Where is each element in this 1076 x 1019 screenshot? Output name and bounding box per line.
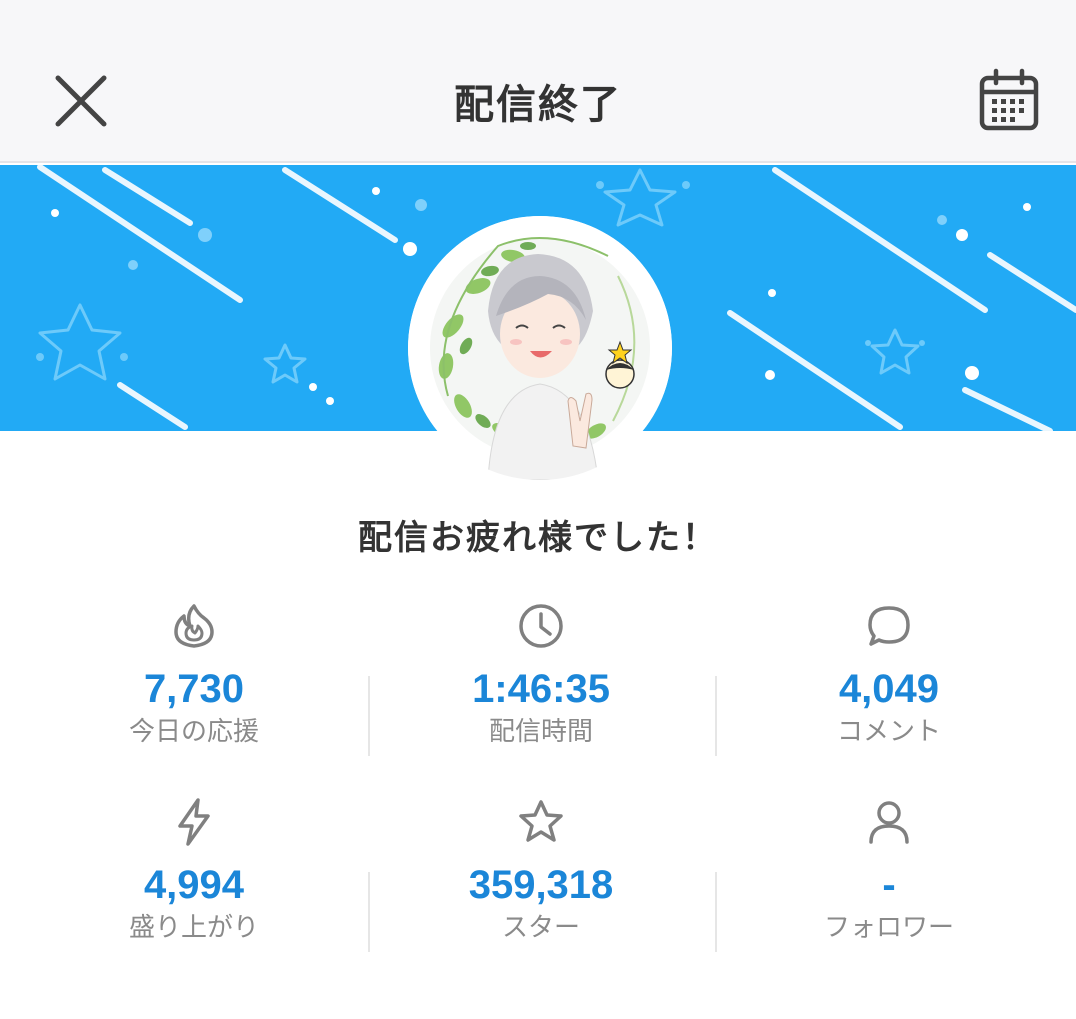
stat-label: フォロワー: [823, 913, 954, 943]
stat-label: 配信時間: [488, 717, 593, 747]
stat-value: 4,994: [143, 863, 245, 907]
stat-value: 4,049: [838, 667, 940, 711]
avatar-illustration: [408, 216, 672, 480]
flame-icon: [174, 604, 214, 648]
stat-label: 盛り上がり: [128, 913, 259, 943]
stat-value: 1:46:35: [472, 667, 610, 711]
clock-icon: [519, 604, 563, 648]
stat-value: 7,730: [143, 667, 245, 711]
stat-followers: - フォロワー: [715, 796, 1063, 944]
stat-cheers: 7,730 今日の応援: [20, 600, 368, 748]
stat-stars: 359,318 スター: [367, 796, 715, 944]
stat-stream-time: 1:46:35 配信時間: [367, 600, 715, 748]
star-icon: [519, 800, 563, 842]
stat-label: スター: [501, 913, 580, 943]
stat-value: 359,318: [468, 863, 614, 907]
lightning-icon: [178, 798, 210, 846]
stat-value: -: [882, 863, 896, 907]
stat-label: 今日の応援: [128, 717, 259, 747]
calendar-button[interactable]: [974, 66, 1044, 136]
avatar[interactable]: [408, 216, 672, 480]
person-icon: [869, 801, 909, 844]
stat-comments: 4,049 コメント: [715, 600, 1063, 748]
page-title: 配信終了: [454, 82, 622, 128]
stat-excitement: 4,994 盛り上がり: [20, 796, 368, 944]
header-bar: 配信終了: [0, 0, 1076, 163]
comment-icon: [868, 606, 910, 646]
stat-label: コメント: [836, 717, 941, 747]
thanks-message: 配信お疲れ様でした！: [358, 518, 718, 558]
calendar-icon: [979, 68, 1039, 131]
